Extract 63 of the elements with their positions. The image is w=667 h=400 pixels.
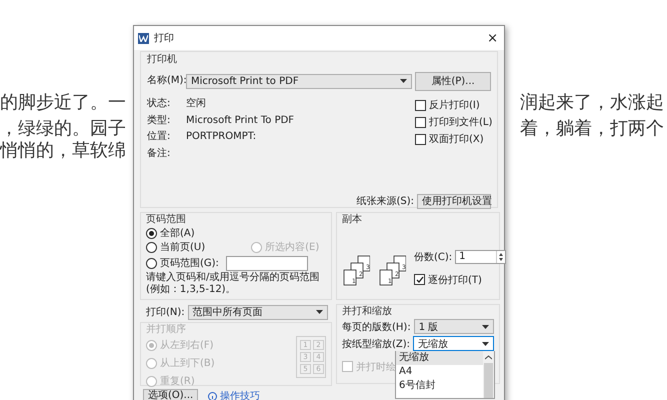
checkbox-label: 打印到文件(L): [429, 116, 492, 129]
checkbox-label: 反片打印(I): [429, 98, 480, 112]
caret-icon: [400, 79, 407, 83]
checkbox[interactable]: [414, 274, 425, 285]
hint-text: 请键入页码和/或用逗号分隔的页码范围(例如：1,3,5-12)。: [146, 272, 320, 296]
radio-label: 重复(R): [160, 374, 195, 388]
field-label: 打印(N):: [146, 306, 185, 319]
radio-label: 从上到下(B): [160, 356, 215, 370]
caret-icon: [316, 310, 323, 314]
list-option[interactable]: 6号信封: [396, 379, 483, 393]
group-title: 页码范围: [146, 213, 187, 226]
field-label: 份数(C):: [414, 250, 452, 264]
radio-label: 所选内容(E): [265, 240, 320, 254]
radio-label: 全部(A): [160, 226, 195, 240]
field-label: 每页的版数(H):: [342, 320, 411, 334]
list-option[interactable]: 无缩放: [396, 351, 483, 365]
checkbox-label: 双面打印(X): [429, 132, 484, 146]
dropdown[interactable]: 无缩放: [413, 336, 494, 351]
group-title: 副本: [342, 213, 363, 227]
options-button[interactable]: 选项(O)...: [143, 389, 198, 400]
properties-button[interactable]: 属性(P)...: [415, 72, 491, 90]
caret-icon: [482, 342, 489, 346]
info-icon: [208, 392, 218, 400]
checkbox[interactable]: [415, 116, 426, 128]
window-title: 打印: [154, 32, 175, 45]
page-range-field[interactable]: [226, 256, 308, 270]
dropdown[interactable]: 范围中所有页面: [188, 304, 328, 320]
radio-label: 从左到右(F): [160, 338, 214, 352]
field-label: 纸张来源(S):: [356, 194, 414, 208]
radio-label: 当前页(U): [160, 240, 206, 254]
field-label: 类型:: [147, 114, 172, 128]
document-text: 的脚步近了。一: [0, 92, 126, 114]
field-value: Microsoft Print To PDF: [186, 114, 296, 128]
field-label: 位置:: [147, 130, 172, 144]
document-text: 润起来了，水涨起: [520, 92, 664, 114]
close-button[interactable]: ×: [487, 30, 498, 46]
field-value: PORTPROMPT:: [186, 130, 258, 144]
field-label: 状态:: [147, 96, 172, 111]
checkbox[interactable]: [415, 134, 426, 144]
dropdown[interactable]: 1 版: [414, 319, 494, 334]
list-option[interactable]: A4: [396, 365, 483, 379]
radio-button[interactable]: [146, 242, 157, 252]
radio-label: 页码范围(G):: [160, 256, 219, 270]
group-title: 并打和缩放: [342, 305, 393, 318]
group-title: 并打顺序: [146, 323, 187, 336]
field-label: 按纸型缩放(Z):: [342, 338, 410, 350]
caret-up-icon[interactable]: [485, 355, 492, 360]
caret-icon: [482, 324, 489, 328]
app-logo-icon: [138, 32, 149, 44]
scrollbar[interactable]: [483, 351, 494, 398]
radio-button[interactable]: [146, 258, 157, 268]
document-text: ，绿绿的。园子: [0, 118, 126, 140]
document-text: 着，躺着，打两个: [520, 118, 664, 140]
copies-spinner[interactable]: 1: [455, 250, 506, 264]
dropdown[interactable]: Microsoft Print to PDF: [186, 74, 412, 88]
field-value: 空闲: [186, 96, 207, 111]
field-label: 备注:: [147, 146, 172, 161]
radio-button[interactable]: [146, 228, 157, 238]
checkbox-label: 逐份打印(T): [428, 274, 482, 286]
dropdown[interactable]: 使用打印机设置: [417, 194, 491, 208]
checkbox-label: 并打时绘: [356, 360, 396, 374]
checkbox[interactable]: [415, 100, 426, 110]
group-title: 打印机: [147, 53, 178, 66]
